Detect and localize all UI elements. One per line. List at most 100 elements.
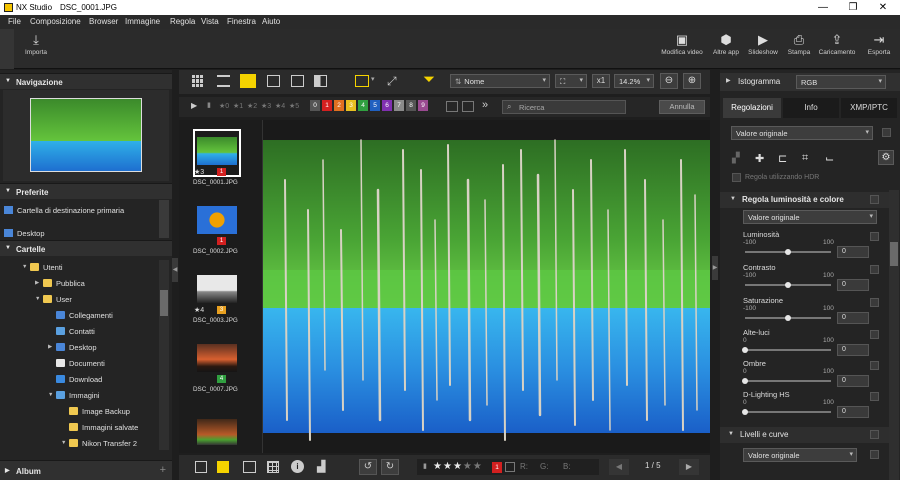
label-filter-option[interactable]: 5 [370, 100, 380, 111]
label-filter-option[interactable]: 9 [418, 100, 428, 111]
bandage-icon[interactable]: ✚ [755, 152, 764, 165]
favorites-header[interactable]: ▼ Preferite [0, 183, 172, 199]
expanded-icon[interactable]: ▼ [22, 264, 30, 270]
rating-filter-option[interactable]: ★2 [247, 102, 257, 110]
chevron-down-icon[interactable]: ▾ [371, 75, 375, 83]
slider-checkbox[interactable] [870, 330, 879, 339]
thumbnail-item[interactable]: 1 DSC_0002.JPG [193, 198, 241, 260]
info-overlay-icon[interactable] [243, 461, 256, 473]
info-icon[interactable]: i [291, 460, 304, 473]
rotate-left-button[interactable]: ↺ [359, 459, 377, 475]
menu-immagine[interactable]: Immagine [125, 17, 160, 26]
folders-header[interactable]: ▼ Cartelle [0, 240, 172, 256]
left-panel-collapse-handle[interactable]: ◀ [172, 258, 178, 282]
section-checkbox[interactable] [870, 195, 879, 204]
menu-regola[interactable]: Regola [170, 17, 195, 26]
navigation-header[interactable]: ▼ Navigazione [0, 73, 172, 89]
brightness-preset-select[interactable]: Valore originale [743, 210, 877, 224]
album-header[interactable]: ▶ Album + [0, 460, 172, 480]
label-filter-option[interactable]: 0 [310, 100, 320, 111]
perspective-icon[interactable]: ⌙ [825, 152, 834, 165]
levels-checkbox[interactable] [870, 450, 879, 459]
export-button[interactable]: ⇥ Esporta [862, 33, 896, 57]
histogram-icon[interactable]: ▟ [317, 460, 325, 473]
slider-track[interactable] [745, 380, 831, 382]
straighten-icon[interactable]: ⊏ [778, 152, 787, 165]
protect-icon[interactable]: ▮ [423, 462, 427, 470]
filter-option-icon[interactable] [446, 101, 458, 112]
section-checkbox[interactable] [870, 430, 879, 439]
levels-preset-select[interactable]: Valore originale [743, 448, 857, 462]
hdr-checkbox[interactable] [732, 173, 741, 182]
slider-value-input[interactable]: 0 [837, 246, 869, 258]
retouch-icon[interactable]: ▞ [732, 153, 740, 164]
slider-checkbox[interactable] [870, 298, 879, 307]
histogram-mode-select[interactable]: RGB [796, 75, 886, 89]
label-filter-option[interactable]: 8 [406, 100, 416, 111]
crop-icon[interactable]: ⌗ [802, 152, 808, 165]
close-button[interactable]: ✕ [868, 1, 898, 14]
navigator-thumbnail[interactable] [30, 98, 142, 172]
label-filter-option[interactable]: 4 [358, 100, 368, 111]
filter-icon[interactable]: ⏷ [423, 71, 435, 88]
filter-option-icon[interactable] [462, 101, 474, 112]
favorite-item[interactable]: Cartella di destinazione primaria [4, 202, 124, 218]
menu-finestra[interactable]: Finestra [227, 17, 256, 26]
print-button[interactable]: ⎙ Stampa [784, 33, 814, 57]
cancel-search-button[interactable]: Annulla [659, 100, 705, 114]
label-filter-option[interactable]: 6 [382, 100, 392, 111]
import-button[interactable]: ⤓ Importa [20, 33, 52, 57]
image-preview[interactable] [263, 120, 710, 453]
protect-icon[interactable]: ▮ [207, 101, 211, 109]
tree-item[interactable]: Documenti [48, 355, 105, 371]
slider-handle[interactable] [742, 347, 748, 353]
scrollbar-thumb[interactable] [890, 242, 898, 266]
tab-xmp-iptc[interactable]: XMP/IPTC [841, 98, 897, 118]
slider-value-input[interactable]: 0 [837, 375, 869, 387]
play-icon[interactable]: ▶ [191, 101, 197, 110]
slider-handle[interactable] [785, 249, 791, 255]
favorite-item[interactable]: Desktop [4, 228, 45, 238]
slider-value-input[interactable]: 0 [837, 279, 869, 291]
slider-handle[interactable] [742, 409, 748, 415]
search-box[interactable]: ⌕ Ricerca [502, 100, 626, 114]
edit-video-button[interactable]: ▣ Modifica video [660, 33, 704, 57]
star-icon[interactable]: ★ [433, 461, 443, 472]
thumbnail-item[interactable]: ★4 3 DSC_0003.JPG [193, 267, 241, 329]
tree-item[interactable]: Contatti [48, 323, 95, 339]
rotate-right-button[interactable]: ↻ [381, 459, 399, 475]
right-scrollbar[interactable] [889, 190, 899, 480]
split-view-icon[interactable] [291, 75, 304, 87]
zoom-in-button[interactable]: ⊕ [683, 73, 701, 89]
menu-browser[interactable]: Browser [89, 17, 118, 26]
rating-filter-option[interactable]: ★3 [261, 102, 271, 110]
collapsed-icon[interactable]: ▶ [48, 344, 56, 350]
zoom-select[interactable]: 14.2% [614, 74, 654, 88]
scrollbar-thumb[interactable] [160, 290, 168, 316]
label-filter-option[interactable]: 3 [346, 100, 356, 111]
zoom-1x-button[interactable]: x1 [592, 74, 610, 88]
filmstrip-view-icon[interactable] [240, 74, 256, 88]
fit-select[interactable]: ⛶ [555, 74, 587, 88]
tab-adjustments[interactable]: Regolazioni [723, 98, 781, 118]
slider-value-input[interactable]: 0 [837, 312, 869, 324]
color-label-icon[interactable] [217, 461, 229, 473]
rating-filter-option[interactable]: ★1 [233, 102, 243, 110]
tree-item[interactable]: ▼ Nikon Transfer 2 [61, 435, 137, 451]
sort-select[interactable]: ⇅ Nome [450, 74, 550, 88]
upload-button[interactable]: ⇪ Caricamento [816, 33, 858, 57]
maximize-button[interactable]: ❐ [838, 1, 868, 14]
grid-icon[interactable] [267, 461, 279, 473]
zoom-out-button[interactable]: ⊖ [660, 73, 678, 89]
slider-track[interactable] [745, 411, 831, 413]
thumbnail-item[interactable]: ★3 1 DSC_0001.JPG [193, 129, 241, 191]
slider-checkbox[interactable] [870, 265, 879, 274]
tree-item[interactable]: ▶ Desktop [48, 339, 97, 355]
settings-button[interactable]: ⚙ [878, 150, 894, 165]
label-filter-option[interactable]: 1 [322, 100, 332, 111]
compare-view-icon[interactable] [267, 75, 280, 87]
slider-handle[interactable] [742, 378, 748, 384]
rating-filter-option[interactable]: ★0 [219, 102, 229, 110]
thumbnail-grid-view-icon[interactable] [192, 75, 204, 87]
rating-filter-option[interactable]: ★4 [275, 102, 285, 110]
